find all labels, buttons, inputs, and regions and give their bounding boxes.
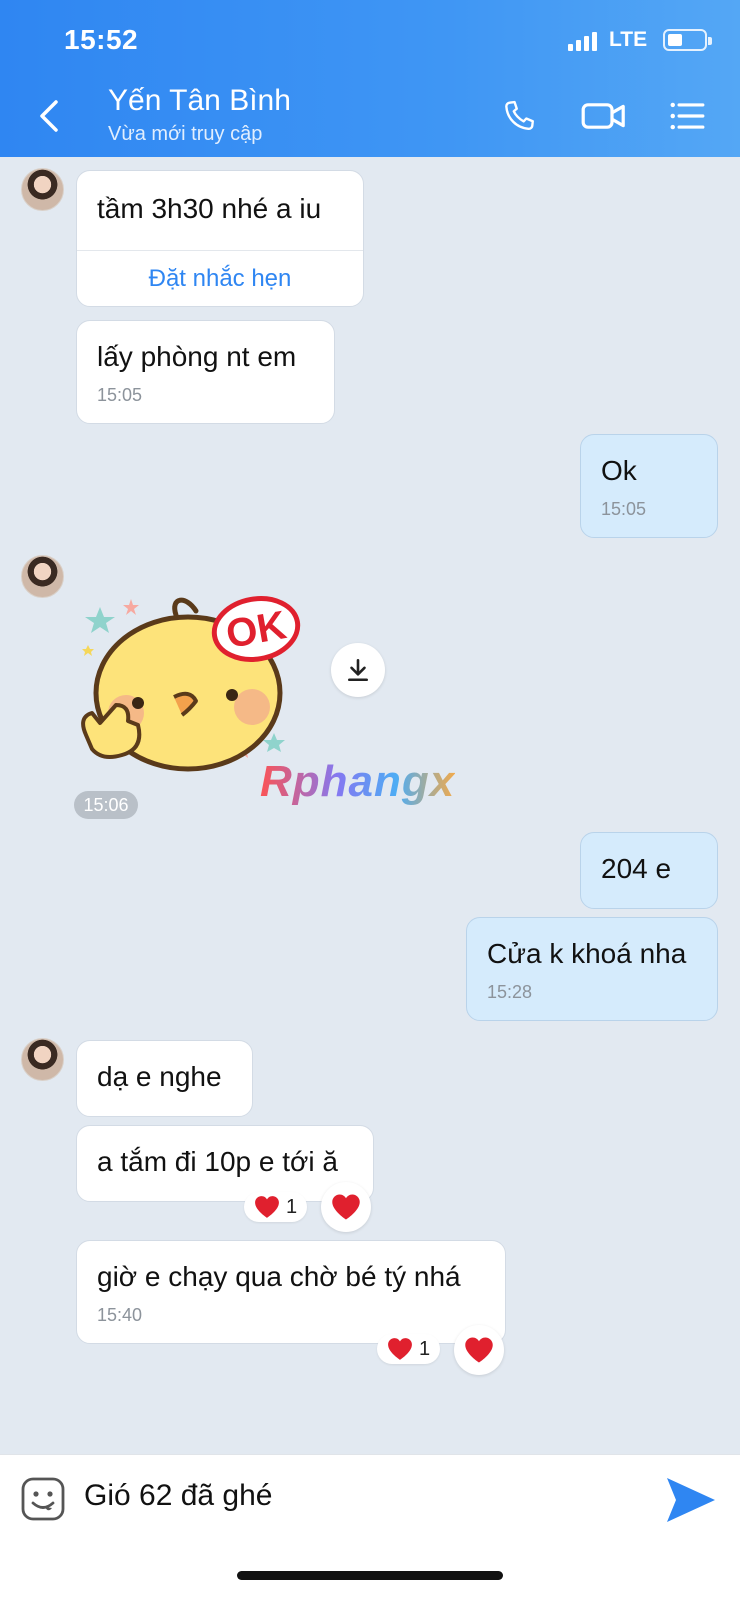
message-time: 15:40	[97, 1305, 143, 1325]
chat-header: 15:52 LTE Yến Tân Bình Vừa mới truy cập	[0, 0, 740, 157]
message-bubble[interactable]: giờ e chạy qua chờ bé tý nhá 15:40	[76, 1240, 506, 1344]
message-bubble[interactable]: dạ e nghe	[76, 1040, 253, 1117]
reaction-count: 1	[286, 1195, 298, 1218]
heart-icon	[255, 1196, 279, 1218]
contact-name[interactable]: Yến Tân Bình	[108, 84, 291, 118]
reaction-count: 1	[419, 1337, 431, 1360]
watermark-logo: Rphangx	[260, 757, 456, 806]
sticker-ok-chick[interactable]: OK	[78, 585, 318, 775]
avatar[interactable]	[21, 168, 64, 211]
heart-icon	[388, 1338, 412, 1360]
reaction-summary[interactable]: 1	[244, 1192, 308, 1222]
phone-icon[interactable]	[500, 96, 538, 136]
message-bubble-outgoing[interactable]: 204 e	[580, 832, 718, 909]
video-call-icon[interactable]	[580, 96, 628, 136]
heart-icon	[465, 1337, 493, 1363]
avatar[interactable]	[21, 1038, 64, 1081]
message-text: dạ e nghe	[97, 1061, 222, 1092]
message-text: 204 e	[601, 853, 672, 884]
battery-icon	[663, 29, 713, 51]
menu-icon[interactable]	[668, 96, 706, 136]
signal-icon	[568, 29, 597, 51]
network-label: LTE	[609, 28, 648, 51]
set-reminder-button[interactable]: Đặt nhắc hẹn	[77, 250, 363, 306]
message-text: giờ e chạy qua chờ bé tý nhá	[97, 1261, 461, 1292]
download-icon	[348, 658, 368, 682]
react-button[interactable]	[321, 1182, 371, 1232]
message-time: 15:05	[97, 385, 143, 405]
message-text: Cửa k khoá nha	[487, 938, 687, 969]
heart-icon	[332, 1194, 360, 1220]
contact-status: Vừa mới truy cập	[108, 123, 263, 145]
message-text: tầm 3h30 nhé a iu	[97, 193, 322, 224]
message-text: lấy phòng nt em	[97, 341, 297, 372]
status-time: 15:52	[64, 24, 139, 55]
emoji-icon[interactable]	[21, 1477, 65, 1521]
send-icon[interactable]	[664, 1475, 718, 1525]
message-time: 15:05	[601, 499, 647, 519]
react-button[interactable]	[454, 1325, 504, 1375]
message-bubble-outgoing[interactable]: Ok 15:05	[580, 434, 718, 538]
message-bubble[interactable]: lấy phòng nt em 15:05	[76, 320, 335, 424]
message-input[interactable]: Gió 62 đã ghé	[84, 1479, 272, 1513]
status-indicators: LTE	[568, 28, 713, 52]
compose-bar: Gió 62 đã ghé	[0, 1454, 740, 1600]
avatar[interactable]	[21, 555, 64, 598]
reaction-summary[interactable]: 1	[377, 1334, 441, 1364]
message-text: a tắm đi 10p e tới ă	[97, 1146, 338, 1177]
message-bubble[interactable]: tầm 3h30 nhé a iu Đặt nhắc hẹn	[76, 170, 364, 307]
message-time: 15:06	[74, 791, 138, 819]
back-icon[interactable]	[34, 96, 66, 136]
message-text: Ok	[601, 455, 637, 486]
message-time: 15:28	[487, 982, 533, 1002]
download-button[interactable]	[331, 643, 385, 697]
message-list[interactable]: tầm 3h30 nhé a iu Đặt nhắc hẹn lấy phòng…	[0, 157, 740, 1454]
home-indicator	[237, 1571, 503, 1580]
message-bubble-outgoing[interactable]: Cửa k khoá nha 15:28	[466, 917, 718, 1021]
